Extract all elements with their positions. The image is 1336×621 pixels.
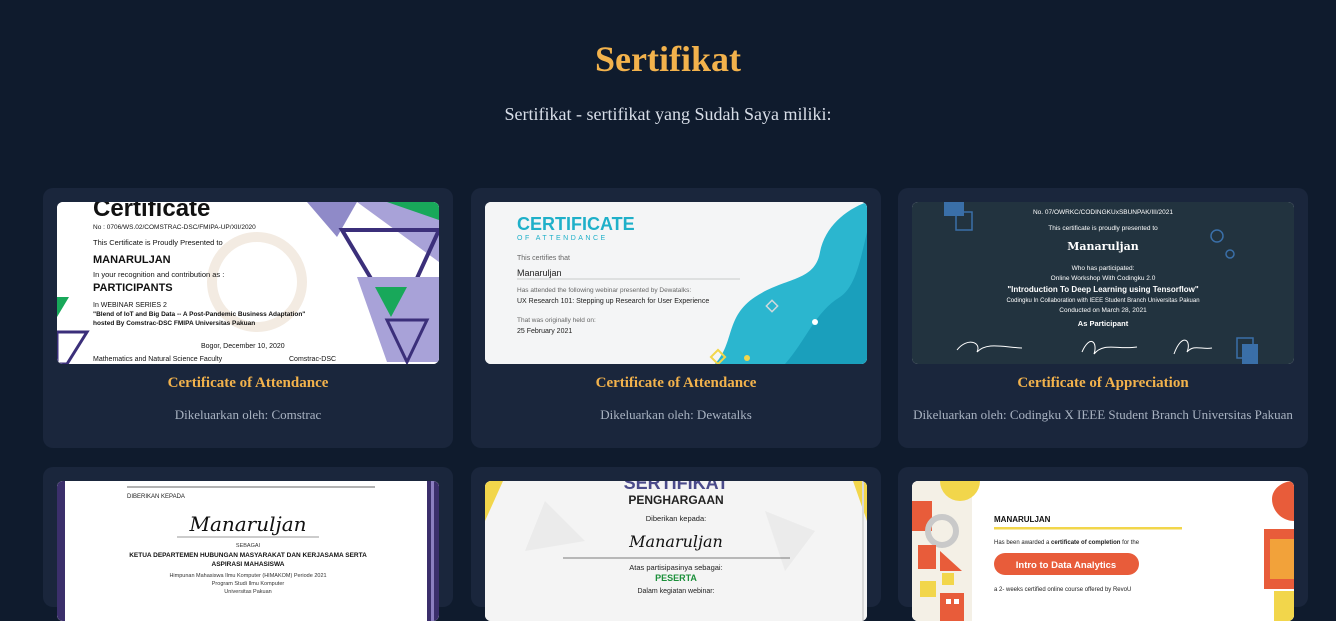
cert-text: Conducted on March 28, 2021 [1059, 307, 1147, 314]
certificate-image[interactable]: No. 07/OWRKC/CODINGKUxSBUNPAK/III/2021 T… [912, 202, 1294, 364]
cert-text: Has been awarded a certificate of comple… [994, 540, 1140, 546]
cert-text: Mathematics and Natural Science Faculty [93, 356, 223, 363]
cert-text: hosted By Comstrac-DSC FMIPA Universitas… [93, 320, 255, 327]
certificate-title: Certificate of Appreciation [1017, 375, 1189, 391]
cert-text: Who has participated: [1072, 265, 1135, 272]
cert-role: As Participant [1078, 319, 1129, 328]
cert-text: "Blend of IoT and Big Data -- A Post-Pan… [93, 311, 305, 318]
cert-text: Comstrac-DSC [289, 356, 336, 363]
cert-text: Codingku In Collaboration with IEEE Stud… [1006, 298, 1199, 304]
cert-subheading: PENGHARGAAN [628, 493, 723, 507]
certificate-card[interactable]: SERTIFIKAT PENGHARGAAN Diberikan kepada:… [471, 467, 881, 621]
certificate-image[interactable]: DIBERIKAN KEPADA Manaruljan SEBAGAI KETU… [57, 481, 439, 621]
cert-text: Has attended the following webinar prese… [517, 287, 691, 294]
cert-name: MANARULJAN [994, 515, 1051, 524]
certificate-image[interactable]: SERTIFIKAT PENGHARGAAN Diberikan kepada:… [485, 481, 867, 621]
cert-name: Manaruljan [517, 268, 562, 278]
certificate-card[interactable]: MANARULJAN Has been awarded a certificat… [898, 467, 1308, 621]
cert-text: Diberikan kepada: [646, 514, 706, 523]
cert-text: Program Studi Ilmu Komputer [212, 581, 285, 587]
cert-date: Bogor, December 10, 2020 [201, 343, 285, 350]
cert-text: In WEBINAR SERIES 2 [93, 302, 167, 309]
certificate-image[interactable]: MANARULJAN Has been awarded a certificat… [912, 481, 1294, 621]
certificate-issuer: Dikeluarkan oleh: Dewatalks [600, 407, 752, 422]
section-subtitle: Sertifikat - sertifikat yang Sudah Saya … [504, 104, 832, 124]
cert-text: Himpunan Mahasiswa Ilmu Komputer (HIMAKO… [169, 573, 326, 579]
cert-number: No. 07/OWRKC/CODINGKUxSBUNPAK/III/2021 [1033, 209, 1173, 216]
cert-text: a 2- weeks certified online course offer… [994, 587, 1131, 593]
cert-text: That was originally held on: [517, 317, 596, 324]
cert-text: In your recognition and contribution as … [93, 270, 224, 279]
cert-text: Atas partisipasinya sebagai: [629, 563, 722, 572]
certificate-issuer: Dikeluarkan oleh: Codingku X IEEE Studen… [913, 407, 1293, 422]
cert-text: Online Workshop With Codingku 2.0 [1051, 275, 1156, 282]
cert-text: This Certificate is Proudly Presented to [93, 238, 223, 247]
cert-role: ASPIRASI MAHASISWA [212, 561, 285, 568]
certificate-card[interactable]: Certificate No : 0706/WS.02/COMSTRAC-DSC… [43, 188, 453, 448]
cert-role: KETUA DEPARTEMEN HUBUNGAN MASYARAKAT DAN… [129, 552, 367, 559]
section-title: Sertifikat [595, 39, 741, 79]
cert-text: UX Research 101: Stepping up Research fo… [517, 298, 709, 305]
cert-role: PESERTA [655, 573, 697, 583]
cert-heading: SERTIFIKAT [624, 481, 729, 493]
cert-role: PARTICIPANTS [93, 282, 173, 294]
cert-text: This certifies that [517, 255, 570, 262]
cert-date: 25 February 2021 [517, 328, 572, 335]
certificate-title: Certificate of Attendance [595, 375, 757, 391]
cert-name: Manaruljan [628, 532, 723, 551]
cert-heading: Certificate [93, 202, 210, 222]
cert-course: Intro to Data Analytics [1016, 560, 1116, 571]
certificate-card[interactable]: DIBERIKAN KEPADA Manaruljan SEBAGAI KETU… [43, 467, 453, 621]
cert-heading: CERTIFICATE [517, 214, 635, 234]
certificate-title: Certificate of Attendance [167, 375, 329, 391]
cert-text: SEBAGAI [236, 543, 261, 549]
cert-name: Manaruljan [188, 512, 306, 536]
cert-number: No : 0706/WS.02/COMSTRAC-DSC/FMIPA-UP/XI… [93, 224, 256, 231]
cert-name: Manaruljan [1067, 240, 1139, 253]
cert-text: This certificate is proudly presented to [1048, 225, 1158, 232]
certificate-issuer: Dikeluarkan oleh: Comstrac [174, 407, 322, 422]
cert-text: "Introduction To Deep Learning using Ten… [1007, 285, 1198, 294]
certificate-card[interactable]: CERTIFICATE OF ATTENDANCE This certifies… [471, 188, 881, 448]
certificate-image[interactable]: CERTIFICATE OF ATTENDANCE This certifies… [485, 202, 867, 364]
cert-text: DIBERIKAN KEPADA [127, 494, 185, 500]
cert-text: Universitas Pakuan [224, 589, 271, 595]
cert-name: MANARULJAN [93, 254, 171, 266]
certificate-card[interactable]: No. 07/OWRKC/CODINGKUxSBUNPAK/III/2021 T… [898, 188, 1308, 448]
certificate-image[interactable]: Certificate No : 0706/WS.02/COMSTRAC-DSC… [57, 202, 439, 364]
cert-subheading: OF ATTENDANCE [517, 235, 608, 242]
